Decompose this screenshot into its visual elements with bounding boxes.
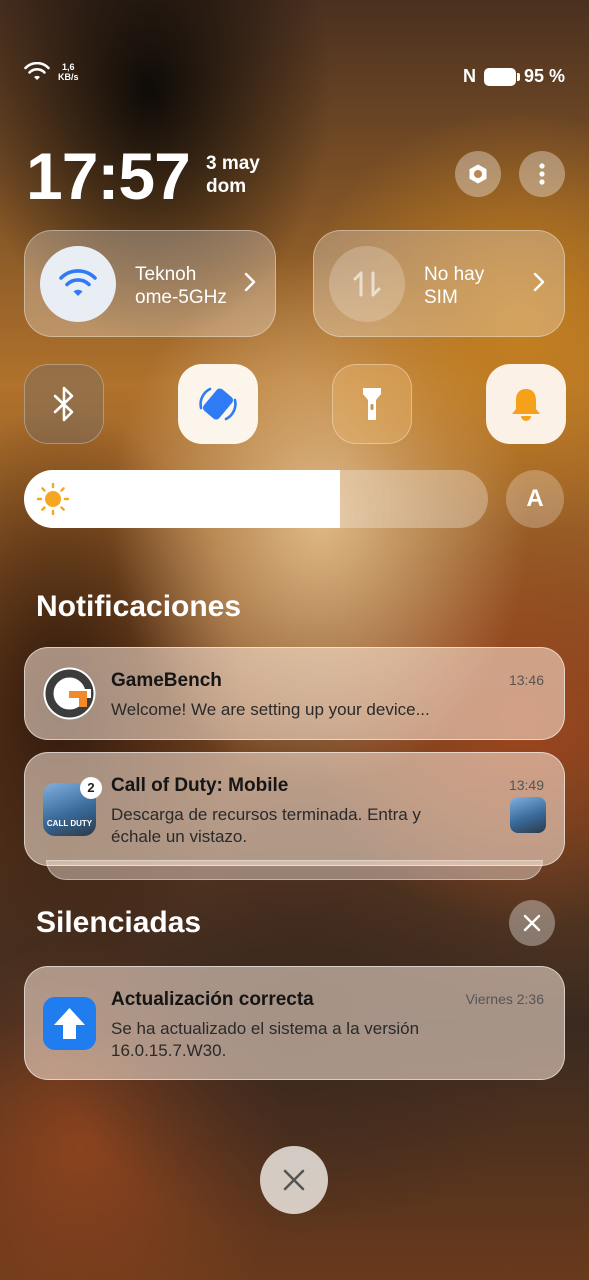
close-icon <box>283 1169 305 1191</box>
notification-body-line2: échale un vistazo. <box>111 827 248 846</box>
notification-body: Descarga de recursos terminada. Entra y … <box>111 804 421 848</box>
wifi-network-name: Teknoh ome-5GHz <box>135 263 227 309</box>
wifi-tile[interactable]: Teknoh ome-5GHz <box>24 230 276 337</box>
auto-brightness-button[interactable]: A <box>506 470 564 528</box>
bluetooth-toggle[interactable] <box>24 364 104 444</box>
notification-body: Welcome! We are setting up your device..… <box>111 700 430 719</box>
arrow-up-icon <box>54 1008 85 1039</box>
notification-body-line1: Descarga de recursos terminada. Entra y <box>111 805 421 824</box>
notification-app-name: Actualización correcta <box>111 989 314 1010</box>
more-vertical-icon <box>539 163 545 185</box>
notification-count-badge: 2 <box>80 777 102 799</box>
notification-body-line2: 16.0.15.7.W30. <box>111 1041 227 1060</box>
wifi-icon <box>59 269 97 296</box>
bell-icon <box>512 389 540 421</box>
settings-icon <box>469 164 487 184</box>
gamebench-app-icon <box>43 667 96 720</box>
notification-body-line1: Se ha actualizado el sistema a la versió… <box>111 1019 420 1038</box>
auto-rotate-icon <box>199 387 237 421</box>
notification-system-update[interactable]: Actualización correcta Viernes 2:36 Se h… <box>24 966 565 1080</box>
notification-time: 13:46 <box>508 672 544 688</box>
bluetooth-icon <box>53 386 74 422</box>
mobile-data-toggle[interactable] <box>329 246 405 322</box>
auto-rotate-toggle[interactable] <box>178 364 258 444</box>
brightness-fill <box>24 470 340 528</box>
system-update-app-icon <box>43 997 96 1050</box>
close-icon <box>523 914 541 932</box>
icon-text-call: CALL <box>46 819 69 828</box>
wifi-network-line2: ome-5GHz <box>135 287 227 308</box>
flashlight-icon <box>363 388 381 420</box>
silenced-heading: Silenciadas <box>36 906 202 939</box>
mobile-data-tile[interactable]: No hay SIM <box>313 230 565 337</box>
sim-status-line2: SIM <box>424 287 458 308</box>
icon-text-duty: DUTY <box>70 819 93 828</box>
notifications-heading: Notificaciones <box>36 590 242 623</box>
network-speed-unit: KB/s <box>58 72 79 82</box>
flashlight-toggle[interactable] <box>332 364 412 444</box>
date-weekday: dom <box>206 176 247 197</box>
wifi-status-icon <box>24 62 50 80</box>
network-speed: 1,6 KB/s <box>58 62 79 82</box>
battery-icon <box>483 67 520 86</box>
notification-call-of-duty[interactable]: CALL DUTY 2 Call of Duty: Mobile 13:49 D… <box>24 752 565 866</box>
network-speed-value: 1,6 <box>62 62 75 72</box>
notification-gamebench[interactable]: GameBench 13:46 Welcome! We are setting … <box>24 647 565 740</box>
more-options-button[interactable] <box>519 151 565 197</box>
notification-time: Viernes 2:36 <box>465 991 544 1007</box>
notification-app-name: Call of Duty: Mobile <box>111 775 289 796</box>
notification-thumbnail <box>510 797 546 833</box>
date: 3 may dom <box>206 152 260 198</box>
sim-status: No hay SIM <box>424 263 484 309</box>
sun-icon <box>36 482 70 516</box>
mobile-data-icon <box>353 271 381 297</box>
clear-all-button[interactable] <box>260 1146 328 1214</box>
clear-silenced-button[interactable] <box>509 900 555 946</box>
notification-time: 13:49 <box>508 777 544 793</box>
chevron-right-icon[interactable] <box>532 271 546 293</box>
settings-button[interactable] <box>455 151 501 197</box>
wifi-network-line1: Teknoh <box>135 264 197 285</box>
wifi-toggle[interactable] <box>40 246 116 322</box>
sound-toggle[interactable] <box>486 364 566 444</box>
sim-status-line1: No hay <box>424 264 485 285</box>
status-bar: 1,6 KB/s N 95 % <box>24 62 565 92</box>
date-day: 3 may <box>206 153 260 174</box>
notification-app-name: GameBench <box>111 670 222 691</box>
notification-body: Se ha actualizado el sistema a la versió… <box>111 1018 419 1062</box>
brightness-slider[interactable] <box>24 470 488 528</box>
chevron-right-icon[interactable] <box>243 271 257 293</box>
nfc-icon: N <box>462 66 476 86</box>
clock: 17:57 <box>26 139 191 213</box>
battery-percent: 95 % <box>523 66 565 86</box>
